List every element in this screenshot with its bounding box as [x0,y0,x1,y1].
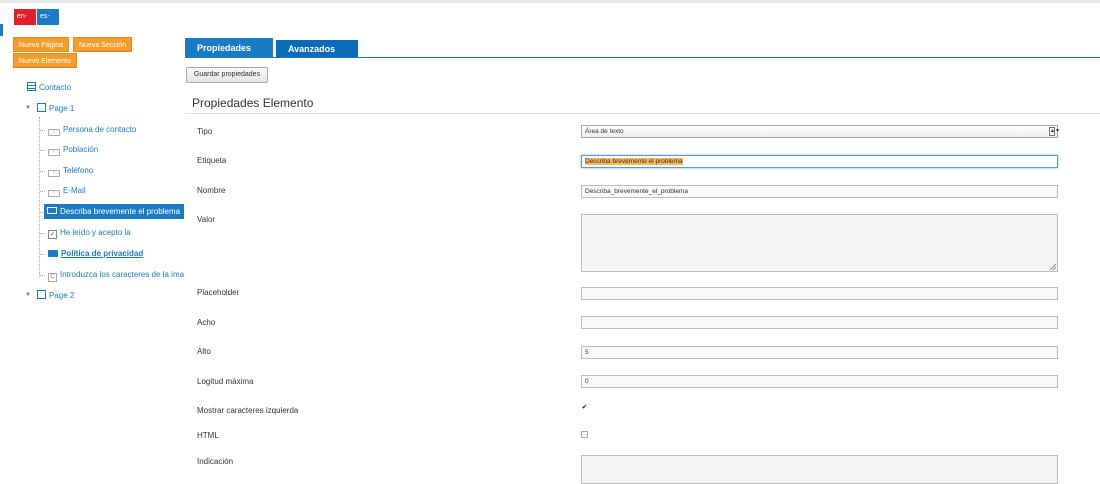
tree-item-persona-contacto[interactable]: I Persona de contacto [48,123,136,137]
text-field-icon: I [48,149,60,156]
text-field-icon: I [48,170,60,177]
captcha-icon: C [48,273,57,282]
tree-dash [40,233,45,234]
new-page-button[interactable]: Nueva Página [13,37,69,52]
form-icon [27,82,36,91]
tipo-select[interactable]: Área de texto ▲▼ [581,125,1060,138]
collapse-toggle-icon[interactable]: ▼ [25,292,31,298]
valor-textarea[interactable] [581,214,1058,272]
tree-dash [40,171,45,172]
tab-avanzados[interactable]: Avanzados [276,40,358,58]
html-checkbox[interactable] [581,431,588,438]
tree-item-describa-selected[interactable]: Describa brevemente el problema [44,204,185,219]
top-border [0,0,1100,3]
page-icon [37,103,46,112]
tree-dash [40,130,45,131]
tree-dash [40,150,45,151]
collapse-toggle-icon[interactable]: ▼ [25,105,31,111]
label-html: HTML [197,431,219,440]
label-nombre: Nombre [197,186,226,195]
label-indicacion: Indicación [197,457,234,466]
ancho-input[interactable] [581,316,1058,329]
tree-item-captcha[interactable]: C Introduzca los caracteres de la ima [48,268,184,282]
label-valor: Valor [197,215,216,224]
label-alto: Alto [197,347,211,356]
tree-connector [39,117,40,277]
left-accent-bar [0,24,3,36]
resize-handle-icon[interactable] [1050,264,1056,270]
tree-page-1[interactable]: Page 1 [37,102,74,116]
label-ancho: Acho [197,318,216,327]
longitud-maxima-input[interactable]: 0 [581,375,1058,388]
tree-item-email[interactable]: I E-Mail [48,184,86,198]
tab-underline [185,57,1100,58]
save-properties-button[interactable]: Guardar propiedades [186,67,268,83]
tree-page-2[interactable]: Page 2 [37,289,74,303]
dropdown-arrow-icon: ▲▼ [1049,127,1060,136]
checkbox-icon: ✓ [48,230,57,239]
section-title: Propiedades Elemento [192,96,314,110]
tree-dash [40,191,45,192]
tree-form-contacto[interactable]: Contacto [27,81,71,95]
text-field-icon: I [48,129,60,136]
label-longitud-maxima: Logitud máxima [197,377,254,386]
lang-es-es-button[interactable]: es-ES [37,9,59,36]
mostrar-caracteres-checkbox[interactable]: ✔ [581,404,588,412]
new-section-button[interactable]: Nueva Sección [73,37,133,52]
tree-item-politica-privacidad[interactable]: Política de privacidad [48,247,143,261]
section-divider [185,113,1100,114]
tree-dash [40,254,45,255]
placeholder-input[interactable] [581,287,1058,300]
label-mostrar-caracteres: Mostrar caracteres izquierda [197,406,299,415]
tree-dash [40,275,45,276]
new-element-button[interactable]: Nuevo Elemento [13,53,77,68]
page-icon [37,290,46,299]
nombre-input[interactable]: Describa_brevemente_el_problema [581,185,1058,198]
label-tipo: Tipo [197,127,213,136]
etiqueta-input[interactable]: Describa brevemente el problema [581,155,1058,168]
textarea-icon [47,207,57,214]
tree-item-telefono[interactable]: I Teléfono [48,164,93,178]
indicacion-textarea[interactable] [581,455,1058,484]
lang-en-gb-button[interactable]: en-GB [14,9,36,36]
label-etiqueta: Etiqueta [197,156,227,165]
label-placeholder: Placeholder [197,288,240,297]
text-field-icon: I [48,190,60,197]
tree-item-poblacion[interactable]: I Población [48,143,98,157]
alto-input[interactable]: 5 [581,346,1058,359]
folder-icon [48,250,58,257]
tree-item-he-leido[interactable]: ✓ He leído y acepto la [48,226,131,240]
tab-propiedades[interactable]: Propiedades [185,38,273,58]
